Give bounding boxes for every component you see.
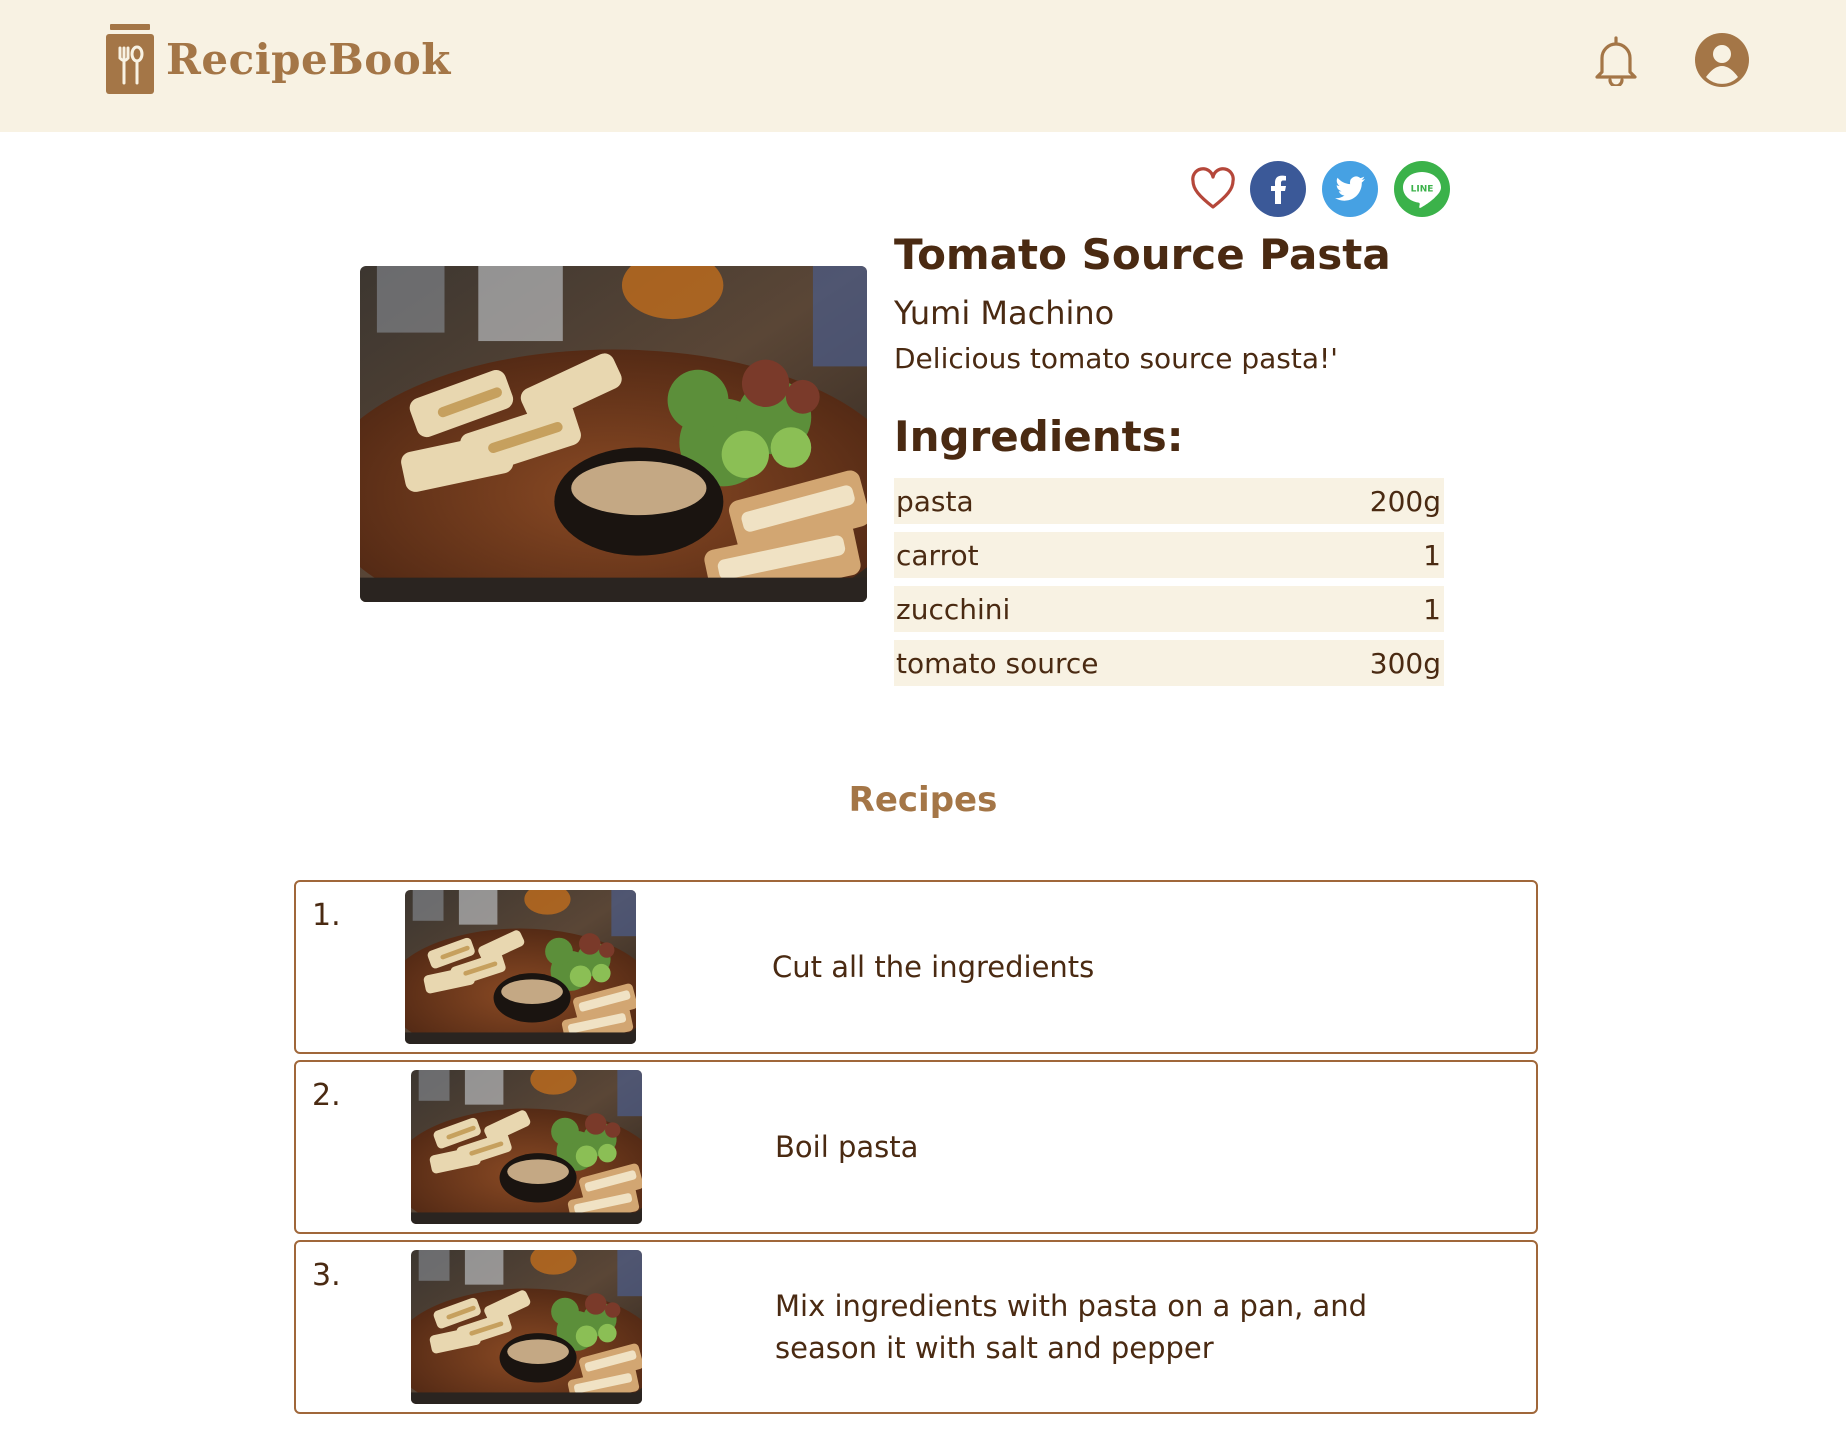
recipe-step: 3. Mix ingredients with pasta on a pan, … — [294, 1240, 1538, 1414]
step-number: 2. — [312, 1078, 341, 1113]
favorite-button[interactable] — [1185, 161, 1241, 217]
ingredient-row: zucchini 1 — [894, 586, 1444, 632]
ingredient-name: pasta — [896, 484, 974, 518]
recipe-author[interactable]: Yumi Machino — [894, 294, 1114, 332]
recipe-description: Delicious tomato source pasta!' — [894, 342, 1338, 375]
notifications-button[interactable] — [1590, 32, 1642, 88]
app-name: RecipeBook — [166, 34, 451, 84]
line-share-button[interactable]: LINE — [1394, 161, 1450, 217]
step-text: Cut all the ingredients — [772, 950, 1095, 984]
recipe-main-photo — [360, 266, 867, 602]
recipe-step: 1. Cut all the ingredients — [294, 880, 1538, 1054]
step-text: Boil pasta — [775, 1130, 919, 1164]
ingredient-amount: 1 — [1423, 538, 1441, 572]
recipe-steps-list: 1. Cut all the ingredients 2. Boil pasta… — [294, 880, 1538, 1420]
ingredient-amount: 200g — [1369, 484, 1441, 518]
line-icon: LINE — [1403, 172, 1441, 208]
ingredient-name: tomato source — [896, 646, 1099, 680]
utensils-jar-icon — [106, 24, 154, 94]
ingredient-name: carrot — [896, 538, 979, 572]
app-header: RecipeBook — [0, 0, 1846, 132]
facebook-share-button[interactable] — [1250, 161, 1306, 217]
heart-icon — [1191, 167, 1235, 209]
facebook-icon — [1271, 175, 1286, 204]
app-logo[interactable]: RecipeBook — [106, 24, 451, 94]
recipe-title: Tomato Source Pasta — [894, 230, 1391, 279]
step-photo — [411, 1250, 642, 1404]
ingredients-heading: Ingredients: — [894, 412, 1184, 461]
ingredient-row: pasta 200g — [894, 478, 1444, 524]
line-label: LINE — [1411, 185, 1434, 195]
ingredient-amount: 1 — [1423, 592, 1441, 626]
ingredient-amount: 300g — [1369, 646, 1441, 680]
step-photo — [405, 890, 636, 1044]
step-photo — [411, 1070, 642, 1224]
step-text: Mix ingredients with pasta on a pan, and… — [775, 1289, 1368, 1365]
twitter-share-button[interactable] — [1322, 161, 1378, 217]
profile-button[interactable] — [1694, 32, 1750, 88]
step-number: 3. — [312, 1258, 341, 1293]
twitter-icon — [1335, 176, 1365, 201]
recipes-heading: Recipes — [848, 780, 998, 820]
recipe-step: 2. Boil pasta — [294, 1060, 1538, 1234]
ingredient-row: tomato source 300g — [894, 640, 1444, 686]
bell-icon — [1595, 36, 1637, 86]
step-number: 1. — [312, 898, 341, 933]
ingredient-name: zucchini — [896, 592, 1011, 626]
ingredient-row: carrot 1 — [894, 532, 1444, 578]
ingredients-list: pasta 200g carrot 1 zucchini 1 tomato so… — [894, 478, 1444, 694]
user-circle-icon — [1695, 33, 1749, 87]
